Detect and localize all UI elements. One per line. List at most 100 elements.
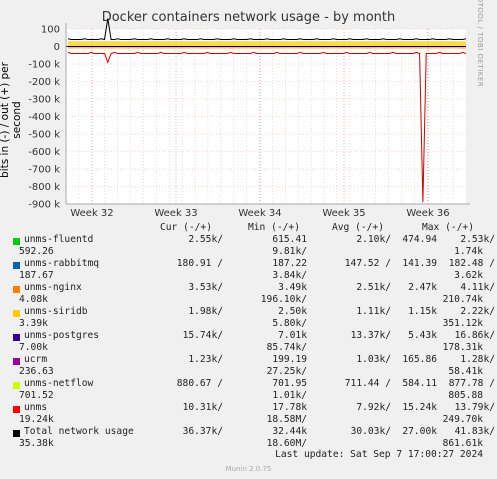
y-tick-label: 100	[41, 25, 60, 36]
legend-min-in: 9.81k/	[272, 246, 307, 257]
legend-avg-in: 474.94	[402, 234, 437, 245]
legend-min: 199.19	[272, 354, 307, 365]
y-tick-label: -800 k	[28, 182, 60, 193]
x-tick-label: Week 33	[154, 208, 197, 219]
grid	[66, 28, 466, 205]
y-tick-label: 0	[54, 42, 60, 53]
legend-avg-in: 27.00k	[402, 426, 437, 437]
legend-max: 16.86k/	[454, 330, 495, 341]
legend-name: unms-siridb	[24, 306, 88, 317]
legend-max-in: 1.74k	[454, 246, 483, 257]
legend-name: unms	[24, 402, 48, 413]
y-tick-label: -100 k	[28, 60, 60, 71]
legend-avg-in: 2.47k	[408, 282, 437, 293]
chart-svg: 100 0 -100 k -200 k -300 k -400 k -500 k -600 k…	[28, 18, 470, 219]
legend-avg: 147.52 /	[344, 258, 391, 269]
legend-cur: 2.55k/	[188, 234, 223, 245]
legend-name: unms-nginx	[24, 282, 82, 293]
legend-max: 13.79k/	[454, 402, 495, 413]
last-update: Last update: Sat Sep 7 17:00:27 2024	[275, 449, 483, 460]
legend-min: 32.44k	[272, 426, 307, 437]
legend-cur: 880.67 /	[176, 378, 223, 389]
header-cur: Cur (-/+)	[160, 222, 212, 233]
legend-row: unms-fluentd 2.55k/592.26 615.41 9.81k/2.10…	[10, 234, 495, 258]
y-tick-label: -500 k	[28, 130, 60, 141]
y-tick-label: -400 k	[28, 112, 60, 123]
legend-min: 17.78k	[272, 402, 307, 413]
legend-cur-in: 3.39k	[19, 318, 48, 329]
x-tick-label: Week 35	[322, 208, 365, 219]
legend-row: unms 10.31k/19.24k 17.78k 18.58M/7.92k/15.2…	[10, 402, 495, 426]
legend-cur: 1.23k/	[188, 354, 223, 365]
legend-cur-in: 19.24k	[19, 414, 54, 425]
legend-avg: 30.03k/	[350, 426, 391, 437]
legend-avg: 13.37k/	[350, 330, 391, 341]
legend-swatch	[13, 430, 20, 437]
legend-min: 3.49k	[278, 282, 307, 293]
y-tick-label: -200 k	[28, 77, 60, 88]
x-tick-label: Week 32	[70, 208, 113, 219]
legend-cur: 180.91 /	[176, 258, 223, 269]
header-min: Min (-/+)	[248, 222, 300, 233]
legend-row: unms-nginx 3.53k/4.08k 3.49k 196.10k/2.51k/…	[10, 282, 495, 306]
legend-cur-in: 592.26	[19, 246, 54, 257]
header-max: Max (-/+)	[422, 222, 474, 233]
header-avg: Avg (-/+)	[332, 222, 384, 233]
legend-max: 2.22k/	[460, 306, 495, 317]
legend-name: Total network usage	[24, 426, 134, 437]
legend-min: 7.01k	[278, 330, 307, 341]
legend-cur-in: 236.63	[19, 366, 54, 377]
legend-row: unms-netflow 880.67 / 701.52 701.95 1.01k/71…	[10, 378, 495, 402]
legend-cur-in: 4.08k	[19, 294, 48, 305]
legend-row: Total network usage 36.37k/35.38k 32.44k 18…	[10, 426, 495, 450]
y-tick-label: -900 k	[28, 200, 60, 211]
legend-min-in: 18.60M/	[266, 438, 307, 449]
legend-min-in: 27.25k/	[266, 366, 307, 377]
legend-max-in: 351.12k	[442, 318, 483, 329]
x-tick-label: Week 36	[406, 208, 449, 219]
legend-min-in: 85.74k/	[266, 342, 307, 353]
legend-row: ucrm 1.23k/236.63 199.19 27.25k/1.03k/165.8…	[10, 354, 495, 378]
legend-avg: 1.03k/	[356, 354, 391, 365]
legend-avg: 7.92k/	[356, 402, 391, 413]
legend-avg: 711.44 /	[344, 378, 391, 389]
legend-min-in: 196.10k/	[260, 294, 307, 305]
legend-min-in: 3.84k/	[272, 270, 307, 281]
legend-max-in: 3.62k	[454, 270, 483, 281]
legend-min-in: 5.80k/	[272, 318, 307, 329]
legend-max-in: 210.74k	[442, 294, 483, 305]
legend-cur: 15.74k/	[182, 330, 223, 341]
legend-swatch	[13, 406, 20, 413]
legend-max: 182.48 /	[448, 258, 495, 269]
legend-min: 2.50k	[278, 306, 307, 317]
series-out-band	[68, 41, 466, 47]
legend-avg-in: 165.86	[402, 354, 437, 365]
legend-cur-in: 187.67	[19, 270, 54, 281]
legend-avg-in: 5.43k	[408, 330, 437, 341]
legend-max: 1.28k/	[460, 354, 495, 365]
legend-cur: 10.31k/	[182, 402, 223, 413]
legend-cur: 36.37k/	[182, 426, 223, 437]
legend-avg-in: 15.24k	[402, 402, 437, 413]
legend-swatch	[13, 382, 20, 389]
legend-row: unms-siridb 1.98k/3.39k 2.50k 5.80k/1.11k/1…	[10, 306, 495, 330]
x-tick-label: Week 34	[238, 208, 281, 219]
y-tick-label: -700 k	[28, 165, 60, 176]
legend-avg: 2.51k/	[356, 282, 391, 293]
legend-swatch	[13, 262, 20, 269]
legend-swatch	[13, 238, 20, 245]
legend-max-in: 861.61k	[442, 438, 483, 449]
legend-swatch	[13, 310, 20, 317]
legend-name: unms-postgres	[24, 330, 100, 341]
y-tick-label: -300 k	[28, 95, 60, 106]
legend-swatch	[13, 358, 20, 365]
legend-avg: 2.10k/	[356, 234, 391, 245]
legend-avg-in: 1.15k	[408, 306, 437, 317]
legend-cur-in: 7.00k	[19, 342, 48, 353]
legend-name: unms-netflow	[24, 378, 94, 389]
legend-max-in: 249.70k	[442, 414, 483, 425]
legend-max: 4.11k/	[460, 282, 495, 293]
legend-max-in: 58.41k	[448, 366, 483, 377]
legend-max-in: 805.88	[448, 390, 483, 401]
legend-min-in: 18.58M/	[266, 414, 307, 425]
